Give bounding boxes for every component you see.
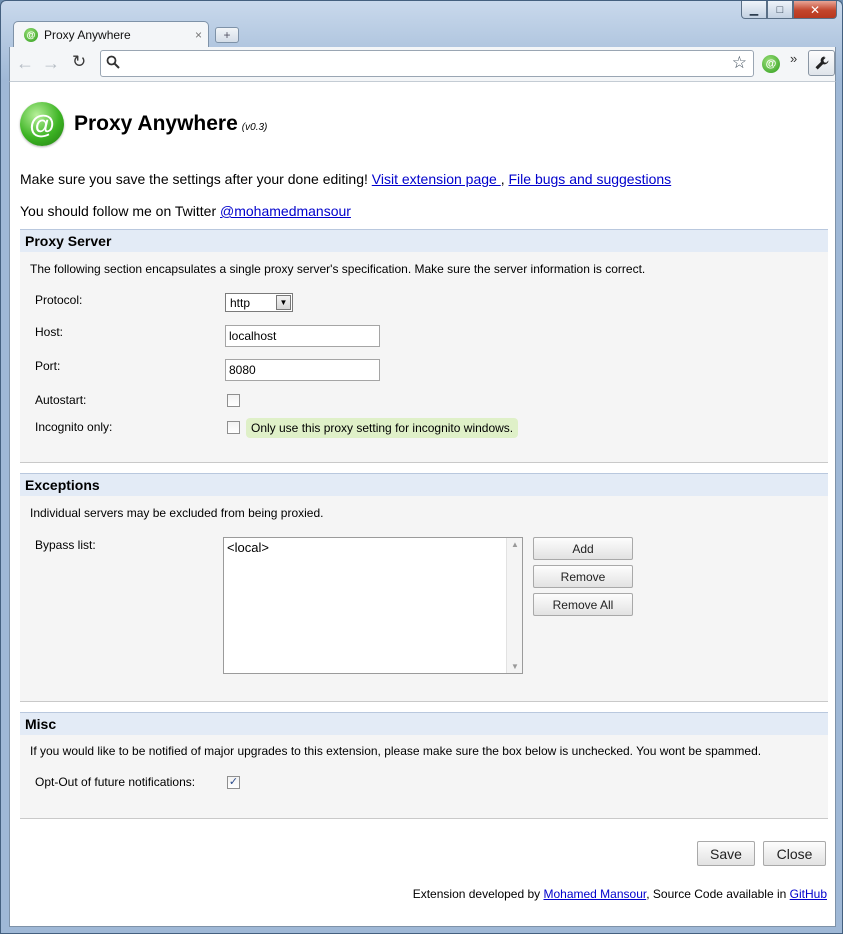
author-link[interactable]: Mohamed Mansour [543,887,646,901]
browser-tab[interactable]: @ Proxy Anywhere × [13,21,209,47]
close-button[interactable]: Close [763,841,826,866]
tab-title: Proxy Anywhere [44,27,131,42]
browser-window: ▁ □ ✕ @ Proxy Anywhere × + ← → ↻ ☆ @ » @… [0,0,843,934]
add-button[interactable]: Add [533,537,633,560]
protocol-value: http [230,296,251,310]
footer-prefix: Extension developed by [412,887,544,901]
incognito-hint: Only use this proxy setting for incognit… [246,418,519,438]
proxy-anywhere-extension-icon[interactable]: @ [762,55,780,73]
new-tab-icon[interactable]: + [215,27,239,43]
proxy-server-heading: Proxy Server [20,229,828,252]
optout-label: Opt-Out of future notifications: [35,775,196,789]
chevron-icon[interactable]: » [790,51,797,66]
file-bugs-link[interactable]: File bugs and suggestions [509,171,672,187]
options-page: @ Proxy Anywhere (v0.3) Make sure you sav… [9,81,836,927]
scroll-down-icon[interactable]: ▼ [511,662,519,671]
remove-all-button[interactable]: Remove All [533,593,633,616]
twitter-handle-link[interactable]: @mohamedmansour [220,203,351,219]
port-input[interactable] [225,359,380,381]
page-title: Proxy Anywhere (v0.3) [74,112,267,136]
autostart-label: Autostart: [35,393,87,407]
optout-checkbox[interactable]: ✓ [227,776,240,789]
app-version: (v0.3) [241,122,268,133]
address-input[interactable] [127,54,727,73]
exceptions-section: Exceptions Individual servers may be exc… [20,473,828,702]
save-button[interactable]: Save [697,841,755,866]
exceptions-heading: Exceptions [20,473,828,496]
host-label: Host: [35,325,64,339]
scroll-up-icon[interactable]: ▲ [511,540,519,549]
exceptions-description: Individual servers may be excluded from … [30,506,324,520]
app-name: Proxy Anywhere [74,112,238,135]
twitter-follow-text: You should follow me on Twitter [20,203,221,219]
incognito-label: Incognito only: [35,420,113,434]
proxy-anywhere-favicon: @ [24,27,38,42]
save-notice: Make sure you save the settings after yo… [20,171,671,187]
tab-close-icon[interactable]: × [195,28,202,42]
proxy-server-section: Proxy Server The following section encap… [20,229,828,463]
incognito-checkbox[interactable] [227,421,240,434]
forward-arrow-icon[interactable]: → [42,53,60,74]
remove-button[interactable]: Remove [533,565,633,588]
port-label: Port: [35,359,61,373]
bookmark-star-icon[interactable]: ☆ [732,53,747,73]
host-input[interactable] [225,325,380,347]
browser-toolbar: ← → ↻ ☆ @ » [9,47,836,81]
bypass-list-label: Bypass list: [35,538,96,552]
github-link[interactable]: GitHub [790,887,827,901]
misc-heading: Misc [20,712,828,735]
protocol-select[interactable]: http ▼ [225,293,293,312]
proxy-anywhere-logo: @ [20,102,64,146]
maximize-button[interactable]: □ [767,1,793,19]
proxy-server-description: The following section encapsulates a sin… [30,262,646,276]
bypass-listbox[interactable]: <local> ▲ ▼ [223,537,523,674]
misc-section: Misc If you would like to be notified of… [20,712,828,819]
address-bar[interactable]: ☆ [100,50,754,77]
protocol-label: Protocol: [35,293,83,307]
window-controls: ▁ □ ✕ [741,1,837,19]
wrench-menu-icon[interactable] [808,50,835,76]
twitter-follow: You should follow me on Twitter @mohamed… [20,203,351,219]
save-notice-text: Make sure you save the settings after yo… [20,171,368,187]
notice-separator: , [500,171,509,187]
reload-icon[interactable]: ↻ [72,52,86,72]
footer-middle: , Source Code available in [646,887,790,901]
misc-description: If you would like to be notified of majo… [30,744,762,758]
dropdown-arrow-icon[interactable]: ▼ [276,295,291,310]
bypass-list-item[interactable]: <local> [227,540,269,555]
minimize-button[interactable]: ▁ [741,1,767,19]
footer-credits: Extension developed by Mohamed Mansour, … [413,887,827,901]
visit-extension-link[interactable]: Visit extension page [372,171,501,187]
close-window-button[interactable]: ✕ [793,1,837,19]
search-icon [106,55,120,72]
listbox-scrollbar[interactable]: ▲ ▼ [506,538,522,673]
back-arrow-icon[interactable]: ← [16,53,34,74]
autostart-checkbox[interactable] [227,394,240,407]
